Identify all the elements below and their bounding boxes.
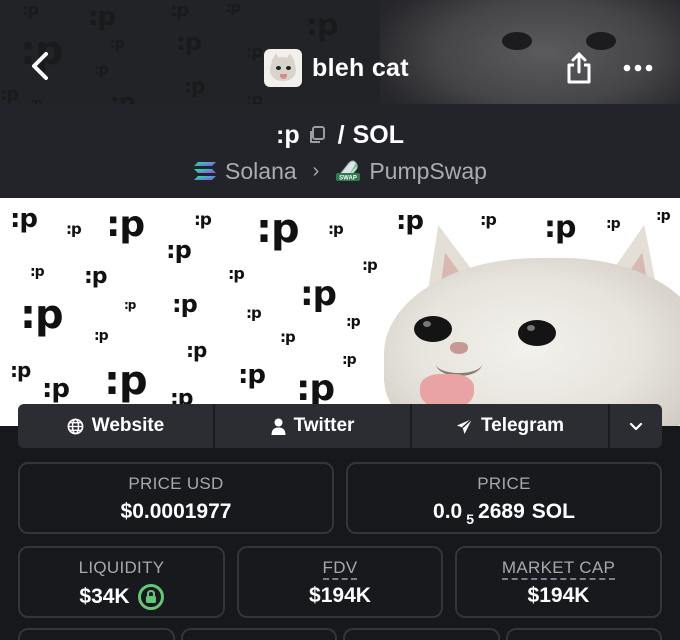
pattern-text: :p bbox=[104, 358, 148, 404]
token-banner-image: :p:p:p:p:p:p:p:p:p:p:p:p:p:p:p:p:p:p:p:p… bbox=[0, 198, 680, 426]
chevron-left-icon bbox=[32, 52, 48, 80]
social-links-bar: Website Twitter Telegram bbox=[18, 404, 662, 448]
share-icon bbox=[567, 52, 591, 84]
chain-name[interactable]: Solana bbox=[225, 158, 297, 185]
pattern-text: :p bbox=[280, 328, 296, 346]
token-title: bleh cat bbox=[312, 53, 409, 82]
user-icon bbox=[271, 418, 286, 435]
pair-line: :p / SOL bbox=[0, 118, 680, 152]
price-digits: 2689 bbox=[478, 500, 525, 523]
price-usd-value: $0.0001977 bbox=[120, 500, 232, 523]
liquidity-lock-icon[interactable] bbox=[137, 584, 164, 610]
fdv-value: $194K bbox=[309, 584, 371, 607]
pair-base-symbol: :p bbox=[276, 120, 300, 149]
pair-quote-symbol: SOL bbox=[352, 120, 404, 149]
pattern-text: :p bbox=[66, 220, 82, 238]
pumpswap-icon: SWAP bbox=[336, 160, 361, 182]
pattern-text: :p bbox=[84, 264, 108, 289]
fdv-card: FDV $194K bbox=[237, 546, 443, 618]
telegram-label: Telegram bbox=[480, 415, 565, 436]
website-label: Website bbox=[91, 415, 165, 436]
pattern-text: :p bbox=[238, 360, 266, 390]
more-links-dropdown[interactable] bbox=[610, 404, 662, 448]
market-cap-label[interactable]: MARKET CAP bbox=[457, 558, 660, 580]
pattern-text: :p bbox=[346, 314, 361, 330]
chevron-right-icon: › bbox=[312, 159, 320, 182]
cat-image bbox=[384, 216, 680, 426]
pattern-text: :p bbox=[296, 368, 335, 409]
pattern-text: :p bbox=[362, 256, 378, 274]
price-prefix: 0.0 bbox=[433, 500, 463, 523]
twitter-button[interactable]: Twitter bbox=[215, 404, 412, 448]
market-cap-value: $194K bbox=[527, 584, 590, 607]
chain-dex-row: Solana › SWAP PumpSwap bbox=[0, 154, 680, 188]
pattern-text: :p bbox=[10, 204, 38, 234]
pattern-text: :p bbox=[106, 204, 145, 245]
solana-icon bbox=[194, 162, 217, 180]
share-button[interactable] bbox=[562, 48, 596, 88]
price-value: 0.0 5 2689 SOL bbox=[348, 500, 660, 527]
telegram-button[interactable]: Telegram bbox=[412, 404, 610, 448]
pattern-text: :p bbox=[10, 358, 31, 382]
pair-info: :p / SOL Solana › SWAP PumpSwap bbox=[0, 104, 680, 198]
pattern-text: :p bbox=[656, 208, 671, 224]
price-usd-label: PRICE USD bbox=[128, 474, 224, 493]
fdv-label[interactable]: FDV bbox=[239, 558, 441, 580]
send-icon bbox=[456, 417, 473, 434]
pattern-text: :p bbox=[94, 328, 109, 344]
pattern-text: :p bbox=[328, 220, 344, 238]
token-title-group: bleh cat bbox=[264, 48, 409, 88]
price-card: PRICE 0.0 5 2689 SOL bbox=[346, 462, 662, 534]
token-avatar bbox=[264, 49, 302, 87]
liquidity-value: $34K bbox=[20, 584, 223, 610]
more-options-button[interactable] bbox=[618, 54, 658, 82]
chevron-down-icon bbox=[629, 422, 643, 430]
back-button[interactable] bbox=[22, 46, 58, 86]
pumpswap-badge-text: SWAP bbox=[339, 176, 357, 182]
copy-icon[interactable] bbox=[308, 126, 326, 144]
pair-separator: / bbox=[337, 120, 345, 149]
price-label: PRICE bbox=[477, 474, 531, 493]
pattern-text: :p bbox=[20, 292, 64, 338]
price-zero-count: 5 bbox=[466, 511, 475, 527]
website-button[interactable]: Website bbox=[18, 404, 215, 448]
liquidity-label: LIQUIDITY bbox=[78, 558, 165, 577]
pattern-text: :p bbox=[246, 304, 262, 322]
pattern-text: :p bbox=[194, 210, 212, 230]
liquidity-card: LIQUIDITY $34K bbox=[18, 546, 225, 618]
pattern-text: :p bbox=[300, 274, 337, 314]
pattern-text: :p bbox=[124, 298, 136, 312]
price-usd-card: PRICE USD $0.0001977 bbox=[18, 462, 334, 534]
globe-icon bbox=[67, 418, 84, 434]
pattern-text: :p bbox=[256, 206, 300, 252]
twitter-label: Twitter bbox=[293, 415, 355, 436]
pattern-text: :p bbox=[186, 338, 207, 362]
next-stats-row bbox=[18, 628, 662, 640]
price-unit: SOL bbox=[531, 500, 575, 523]
pattern-text: :p bbox=[172, 290, 198, 318]
dex-name[interactable]: PumpSwap bbox=[369, 158, 487, 185]
pattern-text: :p bbox=[342, 352, 357, 368]
pattern-text: :p bbox=[166, 236, 192, 264]
pattern-text: :p bbox=[228, 264, 245, 283]
more-dots-icon bbox=[623, 64, 653, 72]
pattern-text: :p bbox=[42, 374, 70, 404]
pattern-text: :p bbox=[30, 264, 45, 280]
app-header: :p:p:p:p:p:p:p:p:p:p:p:p:p:p:p bleh cat bbox=[0, 0, 680, 104]
market-cap-card: MARKET CAP $194K bbox=[455, 546, 662, 618]
